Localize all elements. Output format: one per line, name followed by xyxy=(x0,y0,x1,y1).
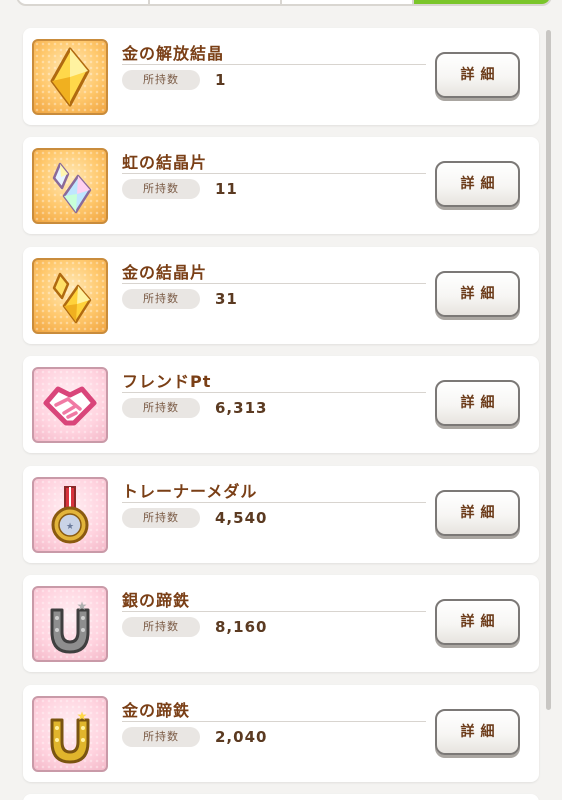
detail-button[interactable]: 詳細 xyxy=(435,161,520,207)
owned-label: 所持数 xyxy=(122,727,200,747)
owned-count: 2,040 xyxy=(215,728,268,746)
item-icon-frame: ★ xyxy=(32,696,108,772)
owned-count: 31 xyxy=(215,290,238,308)
detail-button[interactable]: 詳細 xyxy=(435,709,520,755)
detail-button[interactable]: 詳細 xyxy=(435,52,520,98)
divider xyxy=(122,392,426,393)
owned-label: 所持数 xyxy=(122,508,200,528)
item-name: 金の解放結晶 xyxy=(122,44,225,63)
friend-points-handshake-icon xyxy=(43,386,97,426)
owned-count: 1 xyxy=(215,71,227,89)
owned-label: 所持数 xyxy=(122,617,200,637)
divider xyxy=(122,611,426,612)
item-name: 銀の蹄鉄 xyxy=(122,591,191,610)
item-icon-frame xyxy=(32,367,108,443)
item-name: 金の結晶片 xyxy=(122,263,208,282)
owned-count: 11 xyxy=(215,180,238,198)
owned-count: 8,160 xyxy=(215,618,268,636)
item-icon-frame: ★ xyxy=(32,477,108,553)
tab-4-active[interactable] xyxy=(413,0,550,4)
divider xyxy=(122,502,426,503)
detail-button[interactable]: 詳細 xyxy=(435,380,520,426)
divider xyxy=(122,173,426,174)
detail-button[interactable]: 詳細 xyxy=(435,599,520,645)
scrollbar[interactable] xyxy=(546,30,551,710)
top-tab-bar xyxy=(16,0,552,6)
owned-count: 4,540 xyxy=(215,509,268,527)
list-item: ★ トレーナーメダル 所持数 4,540 詳細 xyxy=(23,466,539,563)
detail-button[interactable]: 詳細 xyxy=(435,490,520,536)
tab-1[interactable] xyxy=(18,0,150,4)
trainer-medal-icon: ★ xyxy=(51,486,89,544)
list-item: ★ 銀の蹄鉄 所持数 8,160 詳細 xyxy=(23,575,539,672)
owned-label: 所持数 xyxy=(122,398,200,418)
list-item: 金の解放結晶 所持数 1 詳細 xyxy=(23,28,539,125)
svg-text:★: ★ xyxy=(77,709,88,723)
list-item: ★ 金の蹄鉄 所持数 2,040 詳細 xyxy=(23,685,539,782)
item-icon-frame xyxy=(32,148,108,224)
svg-text:★: ★ xyxy=(77,599,88,613)
tab-3[interactable] xyxy=(282,0,414,4)
item-icon-frame xyxy=(32,258,108,334)
item-icon-frame: ★ xyxy=(32,586,108,662)
gold-horseshoe-icon: ★ xyxy=(50,709,90,764)
owned-label: 所持数 xyxy=(122,289,200,309)
list-item: 虹の結晶片 所持数 11 詳細 xyxy=(23,137,539,234)
item-name: 虹の結晶片 xyxy=(122,153,208,172)
item-icon-frame xyxy=(32,39,108,115)
rainbow-crystal-shard-icon xyxy=(52,162,92,214)
silver-horseshoe-icon: ★ xyxy=(50,599,90,654)
divider xyxy=(122,721,426,722)
gold-release-crystal-icon xyxy=(50,47,90,107)
item-name: トレーナーメダル xyxy=(122,482,258,501)
tab-2[interactable] xyxy=(150,0,282,4)
item-name: フレンドPt xyxy=(122,372,212,391)
divider xyxy=(122,283,426,284)
list-item: フレンドPt 所持数 6,313 詳細 xyxy=(23,356,539,453)
gold-crystal-shard-icon xyxy=(52,272,92,324)
owned-count: 6,313 xyxy=(215,399,268,417)
owned-label: 所持数 xyxy=(122,179,200,199)
list-item: 金の結晶片 所持数 31 詳細 xyxy=(23,247,539,344)
svg-text:★: ★ xyxy=(66,522,74,532)
list-item-partial xyxy=(23,794,539,800)
item-name: 金の蹄鉄 xyxy=(122,701,191,720)
owned-label: 所持数 xyxy=(122,70,200,90)
detail-button[interactable]: 詳細 xyxy=(435,271,520,317)
divider xyxy=(122,64,426,65)
